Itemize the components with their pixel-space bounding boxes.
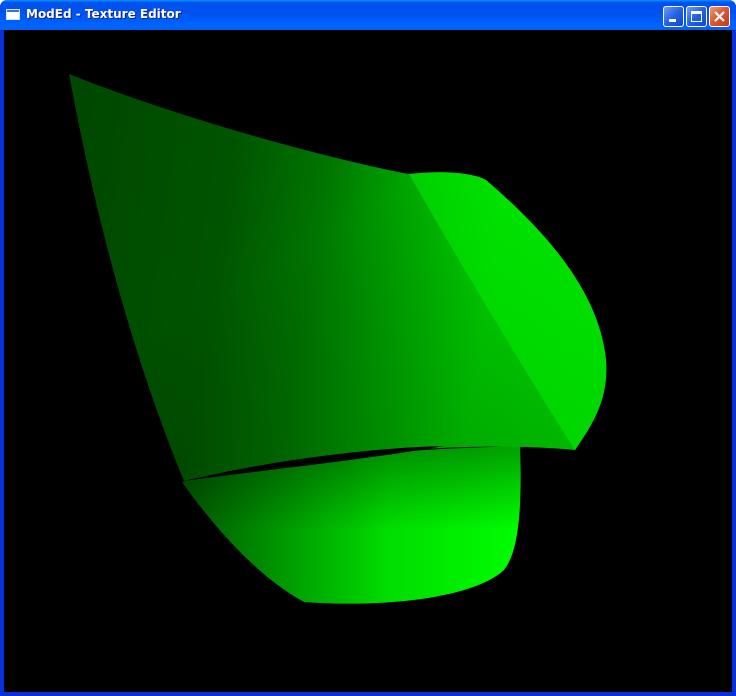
render-viewport[interactable] [4,30,732,692]
app-window: ModEd - Texture Editor [0,0,736,696]
close-icon [714,11,725,22]
rendered-surface [69,74,607,604]
maximize-icon [691,11,702,22]
minimize-icon [669,19,676,22]
close-button[interactable] [709,6,730,27]
window-title: ModEd - Texture Editor [26,7,181,21]
title-bar[interactable]: ModEd - Texture Editor [0,0,736,30]
minimize-button[interactable] [663,6,684,27]
maximize-button[interactable] [686,6,707,27]
window-icon[interactable] [6,9,20,20]
